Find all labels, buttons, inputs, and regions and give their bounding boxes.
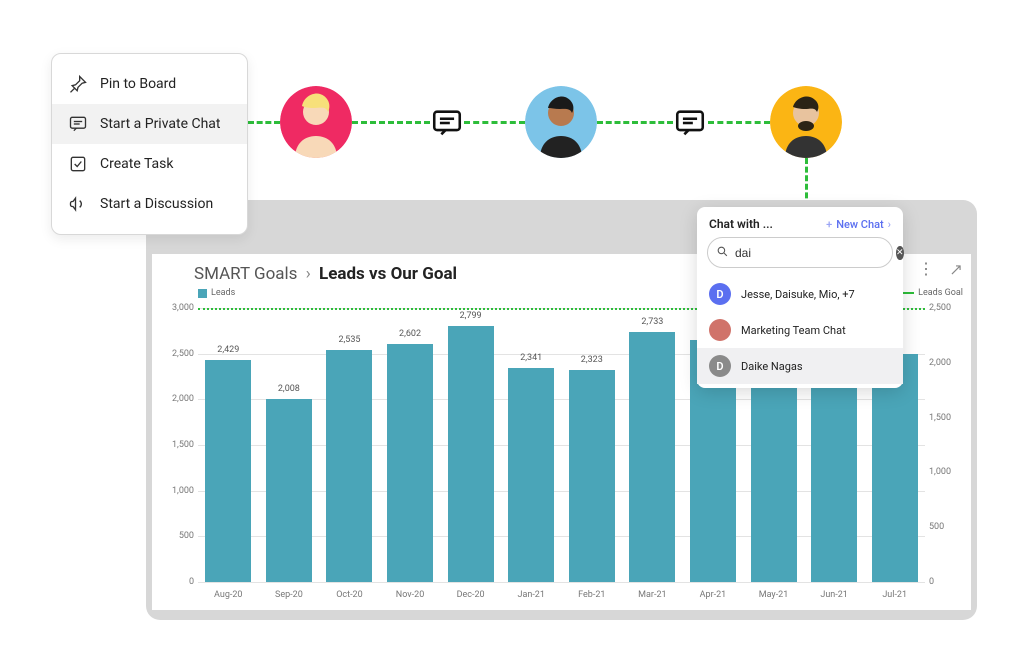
legend-swatch [198, 289, 207, 298]
chat-popup: Chat with ... + New Chat › ✕ D Jesse, Dai… [697, 207, 903, 388]
bar-value-label: 2,602 [387, 329, 433, 339]
y-axis-left-label: 500 [166, 531, 194, 541]
connector [352, 121, 430, 124]
x-axis-label: Sep-20 [259, 590, 319, 600]
menu-label: Start a Private Chat [100, 116, 221, 132]
y-axis-left-label: 1,000 [166, 486, 194, 496]
x-axis-label: Apr-21 [683, 590, 743, 600]
new-chat-button[interactable]: + New Chat › [826, 218, 891, 231]
chat-result-label: Jesse, Daisuke, Mio, +7 [741, 288, 855, 301]
bar-value-label: 2,733 [629, 317, 675, 327]
menu-create-task[interactable]: Create Task [52, 144, 247, 184]
menu-start-discussion[interactable]: Start a Discussion [52, 184, 247, 224]
chart-bar[interactable]: 2,799 [448, 326, 494, 582]
chat-search-input[interactable] [735, 246, 890, 260]
new-chat-label: New Chat [836, 218, 883, 231]
breadcrumb: SMART Goals › Leads vs Our Goal [194, 264, 457, 284]
breadcrumb-parent[interactable]: SMART Goals [194, 264, 297, 284]
chat-result-item[interactable]: Marketing Team Chat [697, 312, 903, 348]
clear-search-icon[interactable]: ✕ [896, 246, 904, 260]
x-axis-label: Feb-21 [562, 590, 622, 600]
menu-label: Pin to Board [100, 76, 176, 92]
avatar-user-2[interactable] [525, 86, 597, 158]
chat-result-label: Marketing Team Chat [741, 324, 846, 337]
chart-bar[interactable]: 2,341 [508, 368, 554, 582]
chat-search[interactable]: ✕ [707, 237, 893, 268]
chat-bubble-icon [673, 106, 707, 140]
y-axis-right-label: 2,000 [929, 358, 957, 368]
expand-icon[interactable] [949, 262, 963, 281]
legend-label: Leads [211, 288, 235, 298]
y-axis-right-label: 0 [929, 577, 957, 587]
chevron-right-icon: › [888, 218, 891, 231]
breadcrumb-sep: › [306, 264, 311, 284]
megaphone-icon [68, 194, 88, 214]
chart-bar[interactable]: 2,535 [326, 350, 372, 582]
bar-value-label: 2,341 [508, 353, 554, 363]
avatar [709, 319, 731, 341]
chat-result-item[interactable]: D Daike Nagas [697, 348, 903, 384]
avatar-user-1[interactable] [280, 86, 352, 158]
connector [708, 121, 770, 124]
breadcrumb-current: Leads vs Our Goal [319, 264, 457, 284]
chart-bar[interactable]: 2,429 [205, 360, 251, 582]
chart-bar[interactable]: 2,323 [569, 370, 615, 582]
grid-line [198, 582, 925, 583]
context-menu: Pin to Board Start a Private Chat Create… [51, 53, 248, 235]
y-axis-right-label: 1,500 [929, 413, 957, 423]
menu-label: Start a Discussion [100, 196, 213, 212]
chat-icon [68, 114, 88, 134]
y-axis-right-label: 1,000 [929, 467, 957, 477]
bar-value-label: 2,535 [326, 335, 372, 345]
chart-bar[interactable]: 2,602 [387, 344, 433, 582]
y-axis-left-label: 1,500 [166, 440, 194, 450]
pin-icon [68, 74, 88, 94]
chart-bar[interactable]: 2,008 [266, 399, 312, 582]
y-axis-right-label: 2,500 [929, 303, 957, 313]
menu-pin-to-board[interactable]: Pin to Board [52, 64, 247, 104]
avatar: D [709, 355, 731, 377]
x-axis-label: Mar-21 [622, 590, 682, 600]
chat-bubble-icon [430, 106, 464, 140]
y-axis-left-label: 0 [166, 577, 194, 587]
task-icon [68, 154, 88, 174]
x-axis-label: Aug-20 [198, 590, 258, 600]
legend-leads: Leads [198, 288, 235, 298]
avatar: D [709, 283, 731, 305]
x-axis-label: Dec-20 [441, 590, 501, 600]
bar-value-label: 2,799 [448, 311, 494, 321]
x-axis-label: Jun-21 [804, 590, 864, 600]
connector [248, 121, 280, 124]
search-icon [716, 243, 729, 262]
bar-value-label: 2,008 [266, 384, 312, 394]
legend-label: Leads Goal [918, 288, 963, 298]
x-axis-label: Oct-20 [319, 590, 379, 600]
y-axis-right-label: 500 [929, 522, 957, 532]
chart-bar[interactable]: 2,733 [629, 332, 675, 582]
y-axis-left-label: 2,500 [166, 349, 194, 359]
connector [597, 121, 673, 124]
x-axis-label: Nov-20 [380, 590, 440, 600]
connector [464, 121, 525, 124]
bar-value-label: 2,323 [569, 355, 615, 365]
legend-goal: Leads Goal [900, 288, 963, 298]
menu-start-private-chat[interactable]: Start a Private Chat [52, 104, 247, 144]
more-icon[interactable]: ⋮ [918, 262, 935, 281]
menu-label: Create Task [100, 156, 174, 172]
bar-value-label: 2,429 [205, 345, 251, 355]
y-axis-left-label: 2,000 [166, 394, 194, 404]
chat-result-label: Daike Nagas [741, 360, 803, 373]
y-axis-left-label: 3,000 [166, 303, 194, 313]
chat-result-item[interactable]: D Jesse, Daisuke, Mio, +7 [697, 276, 903, 312]
avatar-user-3[interactable] [770, 86, 842, 158]
x-axis-label: Jul-21 [865, 590, 925, 600]
x-axis-label: May-21 [744, 590, 804, 600]
plus-icon: + [826, 218, 832, 231]
x-axis-label: Jan-21 [501, 590, 561, 600]
chat-popup-title: Chat with ... [709, 217, 773, 231]
